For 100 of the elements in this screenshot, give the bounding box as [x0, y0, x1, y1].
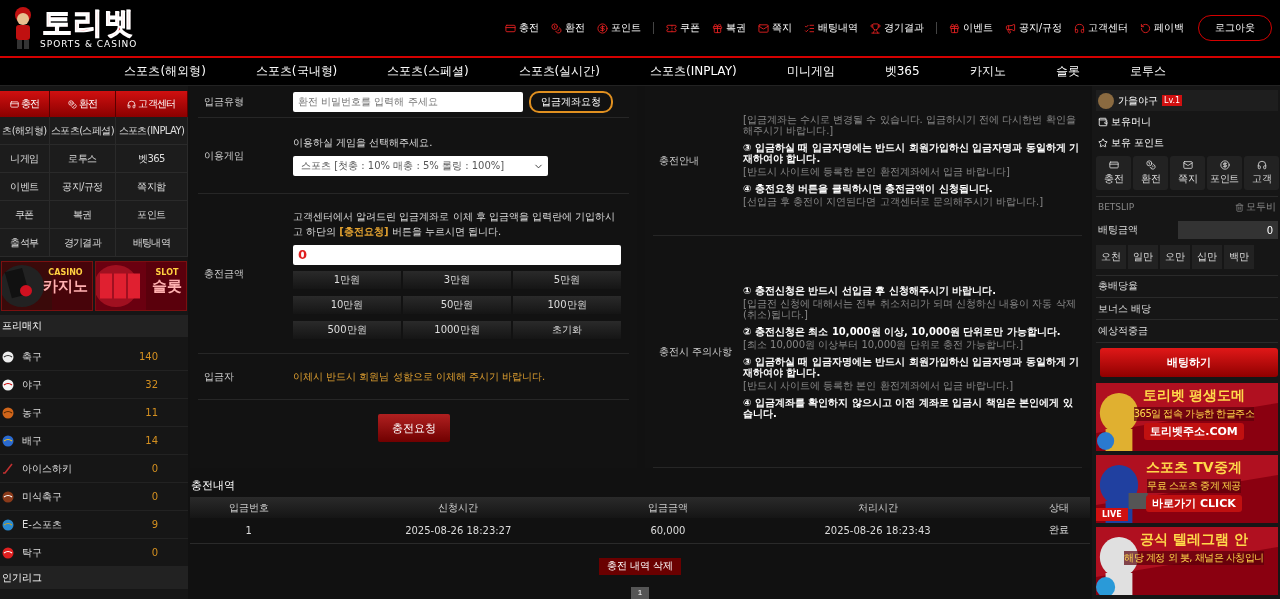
main-nav-item[interactable]: 미니게임 — [786, 63, 835, 80]
amount-field[interactable]: 0 — [293, 244, 621, 265]
nav-icon — [803, 22, 815, 34]
nav-icon — [550, 22, 562, 34]
quick-amount-button[interactable]: 1만원 — [293, 270, 401, 289]
main-nav-item[interactable]: 스포츠(해외형) — [124, 63, 206, 80]
sport-item[interactable]: 아이스하키 0 — [0, 455, 188, 483]
quick-menu-button[interactable]: 고객 — [1244, 156, 1279, 191]
quick-menu-button[interactable]: 쪽지 — [1170, 156, 1205, 191]
quick-amount-button[interactable]: 100만원 — [513, 295, 621, 314]
promo-banner[interactable]: SLOT 슬롯 — [95, 261, 187, 311]
top-nav-link[interactable]: 복권 — [711, 21, 746, 35]
deposit-request-button[interactable]: 충전요청 — [377, 414, 450, 442]
promo-tag: CASINO — [48, 268, 83, 277]
amount-chip[interactable]: 오천 — [1096, 244, 1126, 269]
password-field[interactable]: 환전 비밀번호를 입력해 주세요 — [293, 91, 523, 112]
main-nav-item[interactable]: 슬롯 — [1055, 63, 1080, 80]
quick-amount-button[interactable]: 10만원 — [293, 295, 401, 314]
amount-chip[interactable]: 십만 — [1192, 244, 1222, 269]
top-nav-link[interactable]: 페이백 — [1140, 21, 1184, 35]
top-nav-link[interactable]: 경기결과 — [869, 21, 924, 35]
top-nav-link[interactable]: 공지/규정 — [1004, 21, 1062, 35]
sidebar-action-button[interactable]: 환전 — [50, 91, 116, 117]
main-nav-item[interactable]: 스포츠(실시간) — [518, 63, 600, 80]
sidebar-menu-item[interactable]: 니게임 — [0, 145, 50, 173]
sidebar-menu-item[interactable]: 벳365 — [116, 145, 188, 173]
bet-amount-field[interactable]: 0 — [1178, 221, 1278, 240]
sidebar-menu-item[interactable]: 포인트 — [116, 201, 188, 229]
menu-icon — [1256, 160, 1267, 171]
page-button[interactable]: 1 — [631, 586, 649, 599]
nav-icon — [757, 22, 769, 34]
amount-chip[interactable]: 백만 — [1224, 244, 1254, 269]
quick-amount-button[interactable]: 500만원 — [293, 320, 401, 339]
game-select[interactable]: 스포츠 [첫충 : 10% 매충 : 5% 롤링 : 100%] — [293, 156, 548, 176]
top-nav-link[interactable]: 환전 — [550, 21, 585, 35]
sidebar-menu-item[interactable]: 공지/규정 — [50, 173, 116, 201]
wallet-icon — [1098, 117, 1108, 128]
amount-chip[interactable]: 오만 — [1160, 244, 1190, 269]
main-nav-item[interactable]: 카지노 — [969, 63, 1006, 80]
quick-menu-button[interactable]: 포인트 — [1207, 156, 1242, 191]
main-nav-item[interactable]: 스포츠(INPLAY) — [649, 63, 737, 80]
ad-banner[interactable]: 토리벳 평생도메 365일 접속 가능한 한글주소 토리벳주소.COM — [1096, 383, 1278, 451]
sport-item[interactable]: E-스포츠 9 — [0, 511, 188, 539]
sidebar-menu-item[interactable]: 쪽지함 — [116, 173, 188, 201]
balance-label: 보유 포인트 — [1111, 136, 1165, 151]
hockey-stick-icon — [2, 462, 14, 475]
ad-banner[interactable]: 스포츠 TV중계 무료 스포츠 중계 제공 바로가기 CLICK LIVE — [1096, 455, 1278, 523]
clear-all-link[interactable]: 모두비 — [1235, 200, 1276, 215]
quick-amount-button[interactable]: 50만원 — [403, 295, 511, 314]
top-nav-link[interactable]: 쪽지 — [757, 21, 792, 35]
top-nav-link[interactable]: 고객센터 — [1074, 21, 1128, 35]
sidebar-menu-item[interactable]: 쿠폰 — [0, 201, 50, 229]
main-nav-item[interactable]: 스포츠(국내형) — [255, 63, 338, 80]
notice-note: [최소 10,000원 이상부터 10,000원 단위로 충전 가능합니다.] — [743, 338, 1025, 350]
sidebar-menu-item[interactable]: 배팅내역 — [116, 229, 188, 257]
betslip-title: BETSLIP — [1098, 202, 1135, 213]
hint-text: 이용하실 게임을 선택해주세요. — [293, 136, 434, 150]
field-label: 입금자 — [203, 369, 235, 384]
sidebar-menu-item[interactable]: 복권 — [50, 201, 116, 229]
sport-item[interactable]: 농구 11 — [0, 399, 188, 427]
sidebar-menu-item[interactable]: 로투스 — [50, 145, 116, 173]
sidebar-menu-item[interactable]: 이벤트 — [0, 173, 50, 201]
quick-menu-button[interactable]: 환전 — [1133, 156, 1168, 191]
promo-tag: SLOT — [155, 268, 179, 277]
notice-note: [반드시 사이트에 등록한 본인 환전계좌에서 입금 바랍니다] — [743, 166, 1011, 177]
sidebar-menu-item[interactable]: 츠(해외형) — [0, 117, 50, 145]
column-header: 신청시간 — [307, 497, 610, 518]
sidebar-action-button[interactable]: 충전 — [0, 91, 50, 117]
sidebar-menu-item[interactable]: 스포츠(INPLAY) — [116, 117, 188, 145]
quick-menu-button[interactable]: 충전 — [1096, 156, 1131, 191]
sport-item[interactable]: 축구 140 — [0, 343, 188, 371]
main-nav-item[interactable]: 스포츠(스페셜) — [387, 63, 469, 80]
sport-item[interactable]: 야구 32 — [0, 371, 188, 399]
sport-item[interactable]: 배구 14 — [0, 427, 188, 455]
quick-amount-button[interactable]: 1000만원 — [403, 320, 511, 339]
sidebar-menu-item[interactable]: 스포츠(스페셜) — [50, 117, 116, 145]
top-nav-link[interactable]: 충전 — [504, 21, 539, 35]
quick-amount-button[interactable]: 5만원 — [513, 270, 621, 289]
match-count: 32 — [145, 379, 158, 390]
top-nav-link[interactable]: 이벤트 — [948, 21, 993, 35]
sidebar-action-button[interactable]: 고객센터 — [116, 91, 188, 117]
main-nav-item[interactable]: 벳365 — [884, 63, 920, 80]
logout-button[interactable]: 로그아웃 — [1198, 15, 1272, 41]
sport-item[interactable]: 미식축구 0 — [0, 483, 188, 511]
main-nav-item[interactable]: 로투스 — [1129, 63, 1166, 80]
depositor-notice: 이체시 반드시 회원님 성함으로 이체해 주시기 바랍니다. — [293, 369, 547, 384]
request-account-button[interactable]: 입금계좌요청 — [529, 90, 613, 113]
promo-banner[interactable]: CASINO 카지노 — [1, 261, 93, 311]
delete-history-button[interactable]: 충전 내역 삭제 — [598, 557, 682, 575]
amount-chip[interactable]: 일만 — [1128, 244, 1158, 269]
top-nav-link[interactable]: 쿠폰 — [665, 21, 700, 35]
ad-banner[interactable]: 공식 텔레그램 안 해당 계정 외 봇, 채널은 사칭입니 — [1096, 527, 1278, 595]
quick-amount-button[interactable]: 3만원 — [403, 270, 511, 289]
sidebar-menu-item[interactable]: 출석부 — [0, 229, 50, 257]
top-nav-link[interactable]: 배팅내역 — [803, 21, 858, 35]
column-header: 입금금액 — [609, 497, 727, 518]
sidebar-menu-item[interactable]: 경기결과 — [50, 229, 116, 257]
quick-amount-button[interactable]: 초기화 — [513, 320, 621, 339]
top-nav-link[interactable]: 포인트 — [596, 21, 641, 35]
place-bet-button[interactable]: 배팅하기 — [1100, 347, 1278, 377]
